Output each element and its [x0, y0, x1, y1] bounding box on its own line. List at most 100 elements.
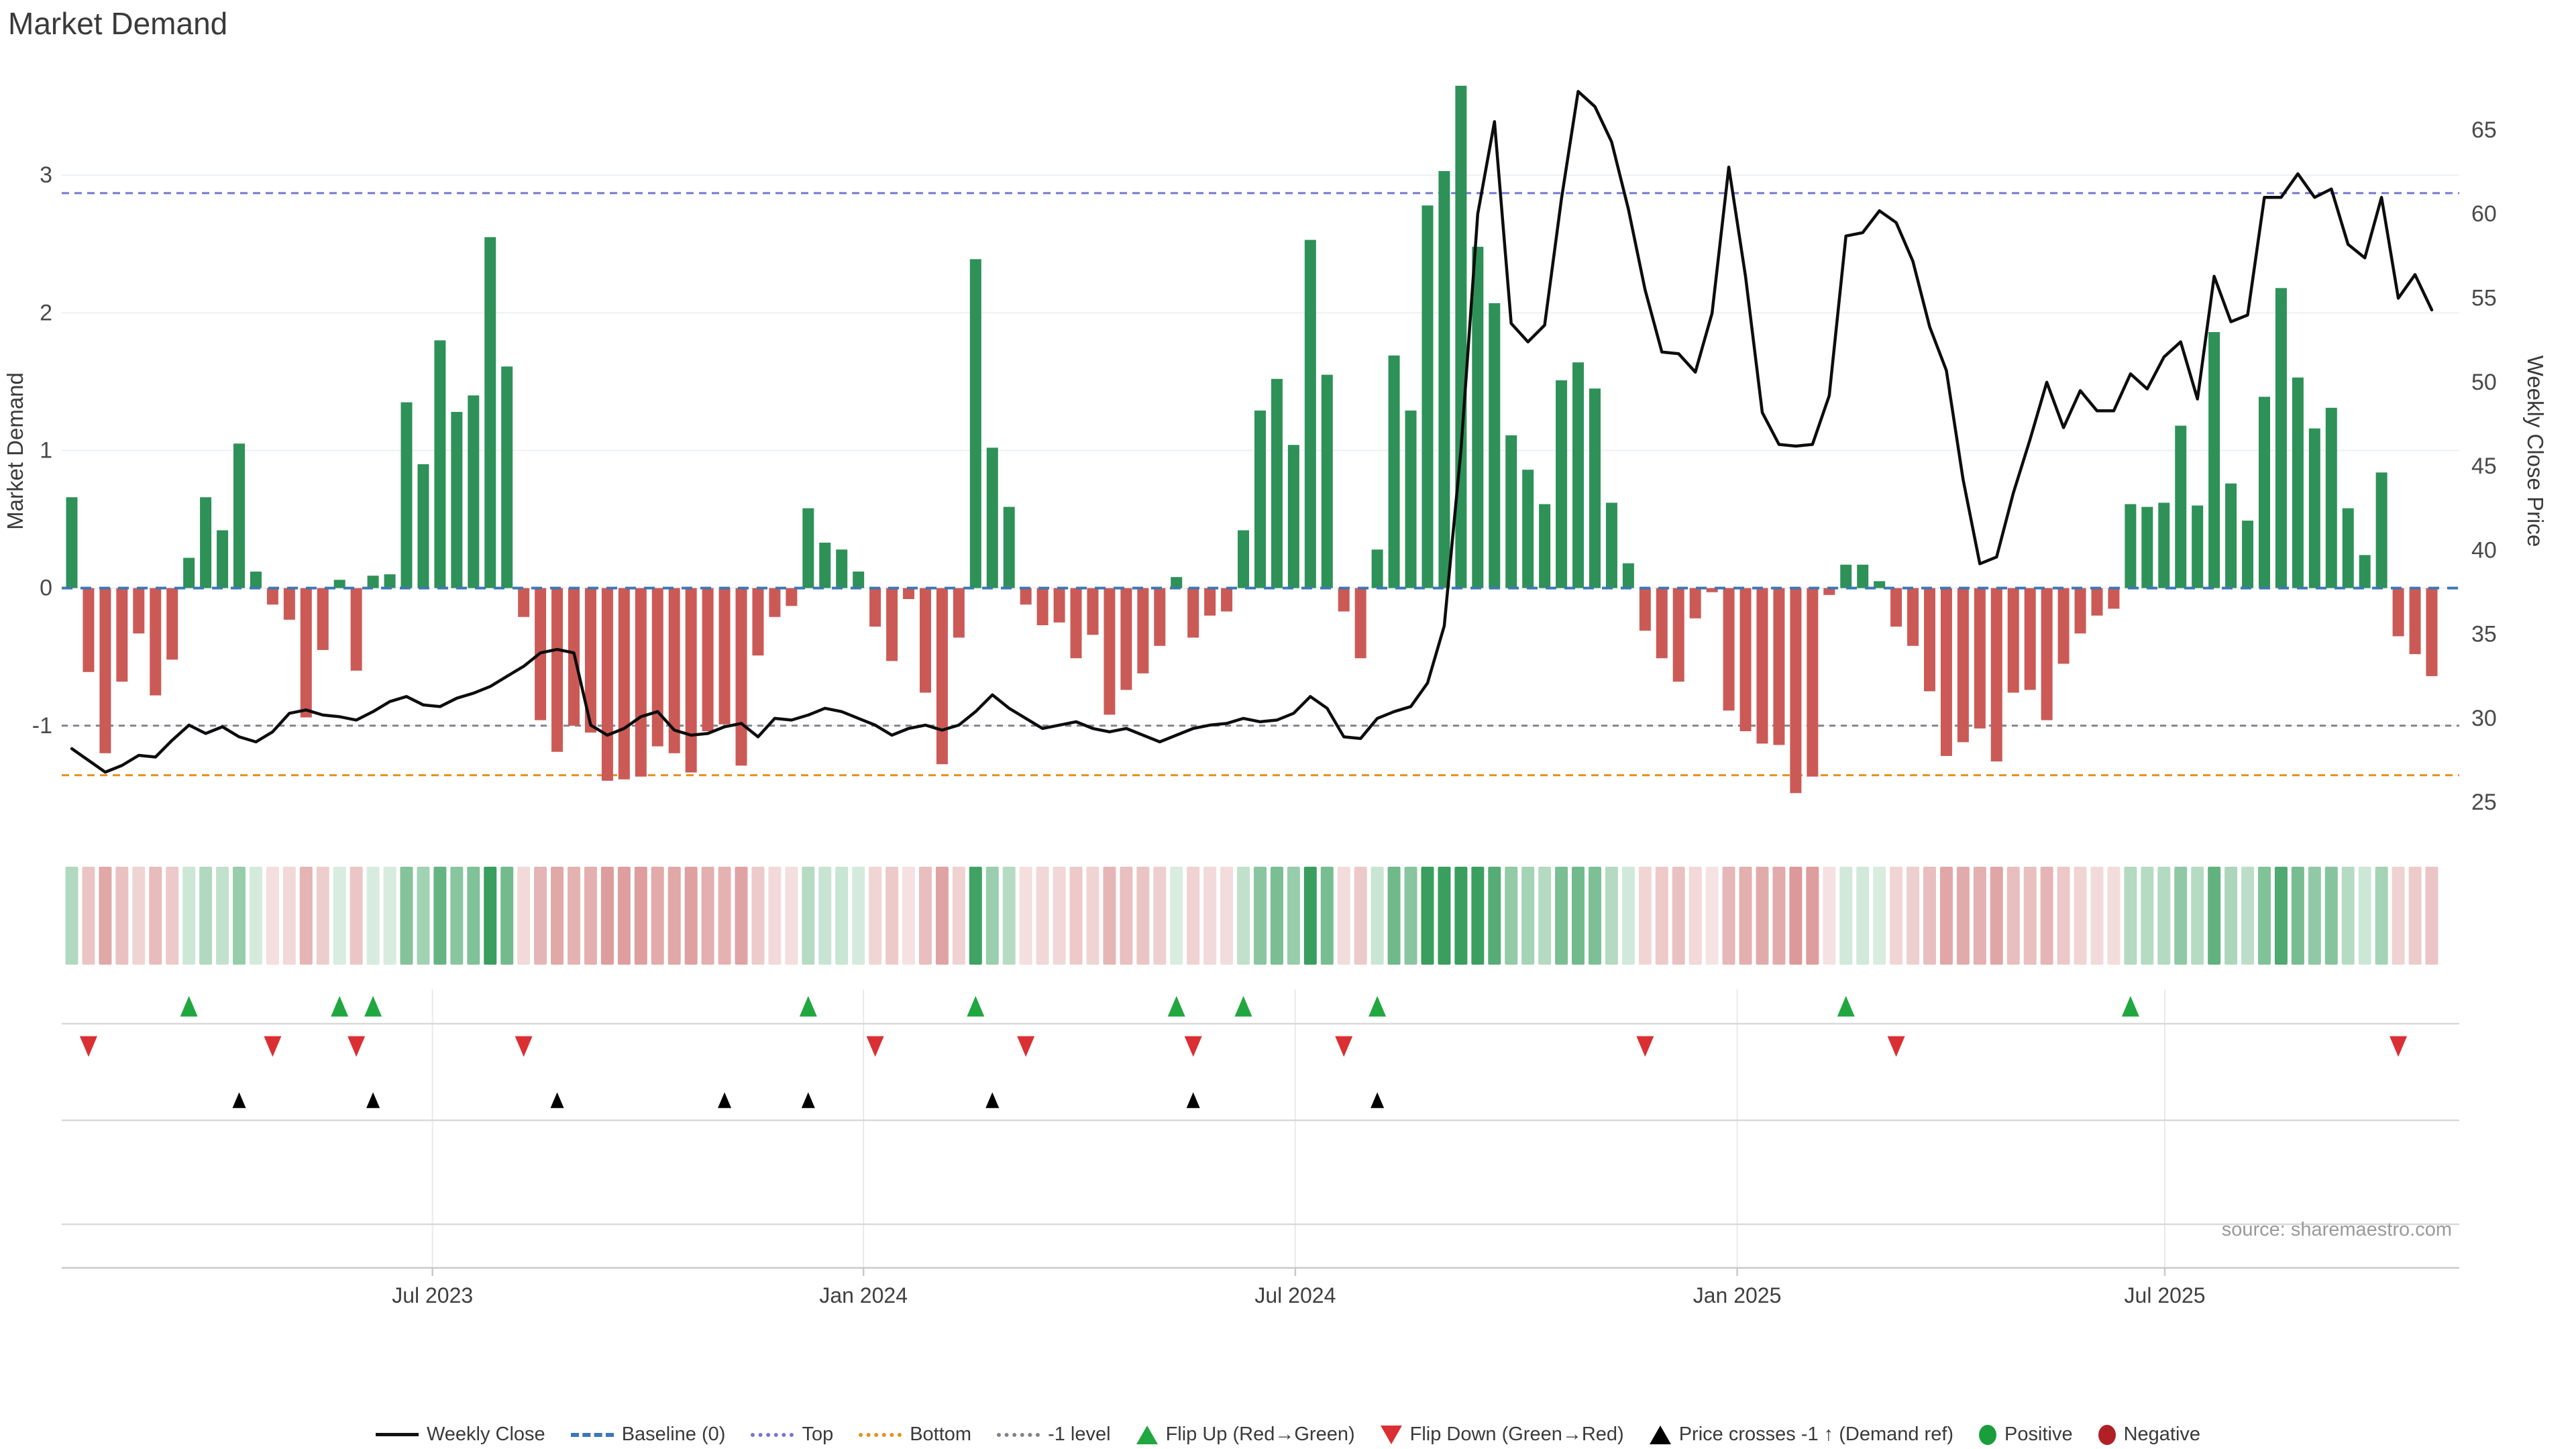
price-cross-marker [366, 1092, 380, 1108]
legend-glyph-dash-icon [571, 1433, 614, 1437]
flip-up-marker [180, 996, 198, 1017]
heatmap-cell-negative [1203, 867, 1216, 965]
demand-bar-positive [1857, 565, 1868, 588]
demand-bar-positive [2175, 426, 2186, 588]
legend-glyph-dots-icon [859, 1433, 902, 1437]
heatmap-cell-positive [802, 867, 814, 965]
heatmap-cell-positive [216, 867, 229, 965]
heatmap-cell-negative [1974, 867, 1986, 965]
demand-bar-negative [1154, 588, 1165, 646]
heatmap-cell-positive [1454, 867, 1467, 965]
heatmap-cell-negative [568, 867, 580, 965]
left-axis-tick: 3 [40, 162, 52, 188]
market-demand-dashboard: Market Demand 3210-1Market Demand6560555… [0, 0, 2576, 1449]
heatmap-cell-negative [1656, 867, 1668, 965]
heatmap-cell-negative [1120, 867, 1132, 965]
heatmap-cell-positive [1321, 867, 1334, 965]
heatmap-cell-positive [450, 867, 463, 965]
demand-bar-positive [1389, 356, 1400, 588]
heatmap-cell-positive [2292, 867, 2304, 965]
heatmap-cell-negative [668, 867, 681, 965]
heatmap-cell-negative [551, 867, 564, 965]
legend-label: Positive [2004, 1424, 2073, 1446]
heatmap-cell-positive [1237, 867, 1250, 965]
heatmap-cell-positive [1287, 867, 1300, 965]
demand-bar-positive [2326, 408, 2337, 588]
heatmap-cell-negative [1923, 867, 1936, 965]
heatmap-cell-negative [651, 867, 664, 965]
legend-glyph-dots-icon [751, 1433, 794, 1437]
demand-bar-negative [1941, 588, 1952, 756]
legend-glyph-triangle-up-icon [1136, 1426, 1158, 1444]
source-credit: source: sharemaestro.com [2222, 1219, 2452, 1240]
heatmap-cell-positive [1572, 867, 1585, 965]
demand-bar-positive [1421, 205, 1433, 588]
flip-up-marker [1168, 996, 1185, 1017]
heatmap-cell-negative [1136, 867, 1149, 965]
demand-bar-negative [1790, 588, 1801, 794]
legend-item-weekly-close: Weekly Close [376, 1424, 545, 1446]
demand-bar-positive [1405, 411, 1417, 588]
right-axis-tick: 35 [2471, 622, 2497, 647]
demand-bar-negative [1054, 588, 1065, 623]
heatmap-cell-positive [333, 867, 346, 965]
heatmap-cell-positive [199, 867, 212, 965]
heatmap-cell-negative [1153, 867, 1166, 965]
heatmap-cell-positive [2308, 867, 2321, 965]
heatmap-cell-negative [1907, 867, 1919, 965]
heatmap-cell-negative [635, 867, 647, 965]
flip-down-marker [1888, 1036, 1905, 1057]
demand-bar-positive [434, 340, 445, 588]
heatmap-cell-negative [115, 867, 128, 965]
price-cross-marker [233, 1092, 246, 1108]
legend-glyph-triangle-down-icon [1381, 1426, 1402, 1444]
demand-bar-positive [384, 574, 396, 588]
heatmap-cell-negative [601, 867, 614, 965]
flip-down-marker [515, 1036, 533, 1057]
heatmap-cell-negative [702, 867, 714, 965]
demand-bar-negative [2025, 588, 2036, 690]
demand-bar-negative [702, 588, 714, 731]
legend-label: Bottom [910, 1424, 971, 1446]
demand-bar-negative [752, 588, 763, 656]
demand-bar-negative [1071, 588, 1082, 659]
demand-bar-positive [1372, 549, 1383, 588]
heatmap-cell-positive [1505, 867, 1517, 965]
demand-bar-positive [1472, 247, 1483, 588]
demand-bar-negative [116, 588, 127, 682]
demand-bar-positive [1505, 435, 1517, 588]
legend-label: Top [802, 1424, 833, 1446]
heatmap-cell-negative [919, 867, 932, 965]
heatmap-cell-positive [2157, 867, 2170, 965]
demand-bar-positive [401, 402, 413, 588]
legend-item-price-crosses-minus1: Price crosses -1 ↑ (Demand ref) [1650, 1424, 1953, 1446]
heatmap-cell-positive [500, 867, 513, 965]
legend-item-bottom: Bottom [859, 1424, 971, 1446]
heatmap-cell-positive [835, 867, 848, 965]
demand-bar-positive [484, 237, 496, 588]
flip-up-marker [1235, 996, 1252, 1017]
heatmap-cell-negative [2392, 867, 2405, 965]
demand-bar-negative [1807, 588, 1818, 777]
heatmap-cell-negative [768, 867, 781, 965]
demand-bar-negative [686, 588, 697, 773]
heatmap-cell-negative [317, 867, 329, 965]
demand-bar-positive [1606, 502, 1617, 588]
heatmap-cell-negative [1103, 867, 1116, 965]
price-cross-marker [1187, 1092, 1200, 1108]
heatmap-cell-negative [1957, 867, 1970, 965]
demand-bar-negative [2393, 588, 2404, 637]
legend-item-negative: Negative [2098, 1424, 2200, 1446]
heatmap-cell-positive [2342, 867, 2355, 965]
heatmap-cell-negative [1354, 867, 1367, 965]
x-axis-tick-label: Jan 2025 [1693, 1283, 1782, 1307]
demand-bar-positive [2158, 502, 2169, 588]
demand-bar-positive [2125, 504, 2136, 588]
heatmap-cell-negative [1689, 867, 1702, 965]
heatmap-cell-negative [2090, 867, 2103, 965]
heatmap-cell-positive [1488, 867, 1501, 965]
demand-bar-negative [2426, 588, 2438, 676]
demand-bar-positive [1489, 303, 1500, 588]
demand-bar-negative [1690, 588, 1701, 619]
heatmap-cell-positive [1371, 867, 1384, 965]
